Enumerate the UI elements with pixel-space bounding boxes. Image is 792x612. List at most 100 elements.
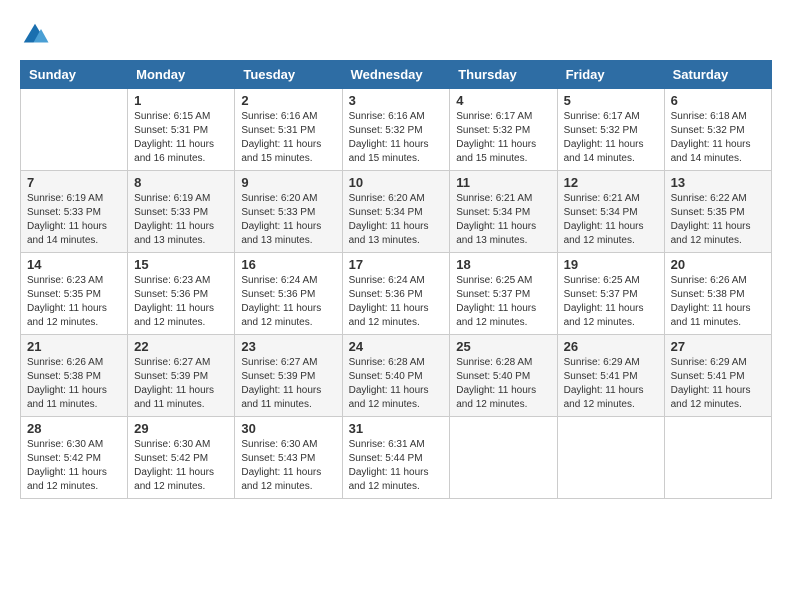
calendar-table: SundayMondayTuesdayWednesdayThursdayFrid… (20, 60, 772, 499)
day-number: 25 (456, 339, 550, 354)
day-info: Sunrise: 6:16 AM Sunset: 5:32 PM Dayligh… (349, 110, 444, 166)
calendar-cell: 8 Sunrise: 6:19 AM Sunset: 5:33 PM Daylig… (128, 171, 235, 253)
day-info: Sunrise: 6:20 AM Sunset: 5:33 PM Dayligh… (241, 192, 335, 248)
day-info: Sunrise: 6:28 AM Sunset: 5:40 PM Dayligh… (349, 356, 444, 412)
day-info: Sunrise: 6:22 AM Sunset: 5:35 PM Dayligh… (671, 192, 765, 248)
day-number: 16 (241, 257, 335, 272)
day-info: Sunrise: 6:21 AM Sunset: 5:34 PM Dayligh… (564, 192, 658, 248)
logo (20, 20, 52, 50)
day-number: 17 (349, 257, 444, 272)
day-number: 10 (349, 175, 444, 190)
day-number: 15 (134, 257, 228, 272)
day-info: Sunrise: 6:29 AM Sunset: 5:41 PM Dayligh… (564, 356, 658, 412)
calendar-cell: 24Sunrise: 6:28 AM Sunset: 5:40 PM Dayli… (342, 335, 450, 417)
calendar-cell: 13 Sunrise: 6:22 AM Sunset: 5:35 PM Dayli… (664, 171, 771, 253)
day-number: 8 (134, 175, 228, 190)
day-info: Sunrise: 6:30 AM Sunset: 5:42 PM Dayligh… (134, 438, 228, 494)
calendar-cell: 31 Sunrise: 6:31 AM Sunset: 5:44 PM Dayli… (342, 417, 450, 499)
calendar-cell: 20 Sunrise: 6:26 AM Sunset: 5:38 PM Dayli… (664, 253, 771, 335)
calendar-cell: 5 Sunrise: 6:17 AM Sunset: 5:32 PM Daylig… (557, 89, 664, 171)
calendar-cell: 4 Sunrise: 6:17 AM Sunset: 5:32 PM Daylig… (450, 89, 557, 171)
day-info: Sunrise: 6:18 AM Sunset: 5:32 PM Dayligh… (671, 110, 765, 166)
day-info: Sunrise: 6:27 AM Sunset: 5:39 PM Dayligh… (134, 356, 228, 412)
calendar-cell: 21Sunrise: 6:26 AM Sunset: 5:38 PM Dayli… (21, 335, 128, 417)
calendar-header-sunday: Sunday (21, 61, 128, 89)
calendar-cell: 10 Sunrise: 6:20 AM Sunset: 5:34 PM Dayli… (342, 171, 450, 253)
day-number: 28 (27, 421, 121, 436)
calendar-cell: 19 Sunrise: 6:25 AM Sunset: 5:37 PM Dayli… (557, 253, 664, 335)
day-info: Sunrise: 6:25 AM Sunset: 5:37 PM Dayligh… (456, 274, 550, 330)
day-number: 13 (671, 175, 765, 190)
day-number: 2 (241, 93, 335, 108)
day-info: Sunrise: 6:19 AM Sunset: 5:33 PM Dayligh… (134, 192, 228, 248)
day-number: 19 (564, 257, 658, 272)
day-info: Sunrise: 6:25 AM Sunset: 5:37 PM Dayligh… (564, 274, 658, 330)
day-info: Sunrise: 6:16 AM Sunset: 5:31 PM Dayligh… (241, 110, 335, 166)
day-info: Sunrise: 6:17 AM Sunset: 5:32 PM Dayligh… (456, 110, 550, 166)
day-info: Sunrise: 6:23 AM Sunset: 5:35 PM Dayligh… (27, 274, 121, 330)
day-info: Sunrise: 6:24 AM Sunset: 5:36 PM Dayligh… (241, 274, 335, 330)
day-number: 31 (349, 421, 444, 436)
calendar-week-3: 14 Sunrise: 6:23 AM Sunset: 5:35 PM Dayli… (21, 253, 772, 335)
calendar-cell: 27Sunrise: 6:29 AM Sunset: 5:41 PM Dayli… (664, 335, 771, 417)
calendar-header-monday: Monday (128, 61, 235, 89)
day-number: 18 (456, 257, 550, 272)
calendar-cell: 7 Sunrise: 6:19 AM Sunset: 5:33 PM Daylig… (21, 171, 128, 253)
day-number: 5 (564, 93, 658, 108)
calendar-header-saturday: Saturday (664, 61, 771, 89)
calendar-header-wednesday: Wednesday (342, 61, 450, 89)
calendar-cell: 6 Sunrise: 6:18 AM Sunset: 5:32 PM Daylig… (664, 89, 771, 171)
day-info: Sunrise: 6:27 AM Sunset: 5:39 PM Dayligh… (241, 356, 335, 412)
day-number: 20 (671, 257, 765, 272)
calendar-cell: 16 Sunrise: 6:24 AM Sunset: 5:36 PM Dayli… (235, 253, 342, 335)
day-info: Sunrise: 6:23 AM Sunset: 5:36 PM Dayligh… (134, 274, 228, 330)
calendar-cell: 11Sunrise: 6:21 AM Sunset: 5:34 PM Dayli… (450, 171, 557, 253)
day-info: Sunrise: 6:26 AM Sunset: 5:38 PM Dayligh… (671, 274, 765, 330)
calendar-header-row: SundayMondayTuesdayWednesdayThursdayFrid… (21, 61, 772, 89)
calendar-cell (21, 89, 128, 171)
calendar-week-2: 7 Sunrise: 6:19 AM Sunset: 5:33 PM Daylig… (21, 171, 772, 253)
calendar-cell: 3 Sunrise: 6:16 AM Sunset: 5:32 PM Daylig… (342, 89, 450, 171)
day-number: 7 (27, 175, 121, 190)
calendar-header-thursday: Thursday (450, 61, 557, 89)
day-number: 4 (456, 93, 550, 108)
calendar-cell: 18 Sunrise: 6:25 AM Sunset: 5:37 PM Dayli… (450, 253, 557, 335)
day-number: 11 (456, 175, 550, 190)
calendar-cell (450, 417, 557, 499)
logo-icon (20, 20, 50, 50)
day-number: 22 (134, 339, 228, 354)
calendar-cell: 17 Sunrise: 6:24 AM Sunset: 5:36 PM Dayli… (342, 253, 450, 335)
day-number: 6 (671, 93, 765, 108)
calendar-cell: 9Sunrise: 6:20 AM Sunset: 5:33 PM Daylig… (235, 171, 342, 253)
day-info: Sunrise: 6:29 AM Sunset: 5:41 PM Dayligh… (671, 356, 765, 412)
day-number: 26 (564, 339, 658, 354)
day-number: 23 (241, 339, 335, 354)
day-number: 30 (241, 421, 335, 436)
calendar-header-friday: Friday (557, 61, 664, 89)
calendar-cell: 30 Sunrise: 6:30 AM Sunset: 5:43 PM Dayli… (235, 417, 342, 499)
calendar-week-4: 21Sunrise: 6:26 AM Sunset: 5:38 PM Dayli… (21, 335, 772, 417)
day-number: 12 (564, 175, 658, 190)
day-number: 14 (27, 257, 121, 272)
day-info: Sunrise: 6:30 AM Sunset: 5:42 PM Dayligh… (27, 438, 121, 494)
day-number: 3 (349, 93, 444, 108)
day-info: Sunrise: 6:17 AM Sunset: 5:32 PM Dayligh… (564, 110, 658, 166)
day-info: Sunrise: 6:19 AM Sunset: 5:33 PM Dayligh… (27, 192, 121, 248)
calendar-cell: 14 Sunrise: 6:23 AM Sunset: 5:35 PM Dayli… (21, 253, 128, 335)
day-info: Sunrise: 6:20 AM Sunset: 5:34 PM Dayligh… (349, 192, 444, 248)
day-info: Sunrise: 6:30 AM Sunset: 5:43 PM Dayligh… (241, 438, 335, 494)
calendar-cell (557, 417, 664, 499)
calendar-cell: 26 Sunrise: 6:29 AM Sunset: 5:41 PM Dayli… (557, 335, 664, 417)
day-number: 21 (27, 339, 121, 354)
day-info: Sunrise: 6:31 AM Sunset: 5:44 PM Dayligh… (349, 438, 444, 494)
calendar-cell: 23 Sunrise: 6:27 AM Sunset: 5:39 PM Dayli… (235, 335, 342, 417)
calendar-header-tuesday: Tuesday (235, 61, 342, 89)
calendar-cell: 28 Sunrise: 6:30 AM Sunset: 5:42 PM Dayli… (21, 417, 128, 499)
calendar-cell: 22 Sunrise: 6:27 AM Sunset: 5:39 PM Dayli… (128, 335, 235, 417)
calendar-cell: 12 Sunrise: 6:21 AM Sunset: 5:34 PM Dayli… (557, 171, 664, 253)
calendar-cell: 1Sunrise: 6:15 AM Sunset: 5:31 PM Daylig… (128, 89, 235, 171)
day-info: Sunrise: 6:28 AM Sunset: 5:40 PM Dayligh… (456, 356, 550, 412)
day-info: Sunrise: 6:24 AM Sunset: 5:36 PM Dayligh… (349, 274, 444, 330)
calendar-week-5: 28 Sunrise: 6:30 AM Sunset: 5:42 PM Dayli… (21, 417, 772, 499)
calendar-cell: 25 Sunrise: 6:28 AM Sunset: 5:40 PM Dayli… (450, 335, 557, 417)
